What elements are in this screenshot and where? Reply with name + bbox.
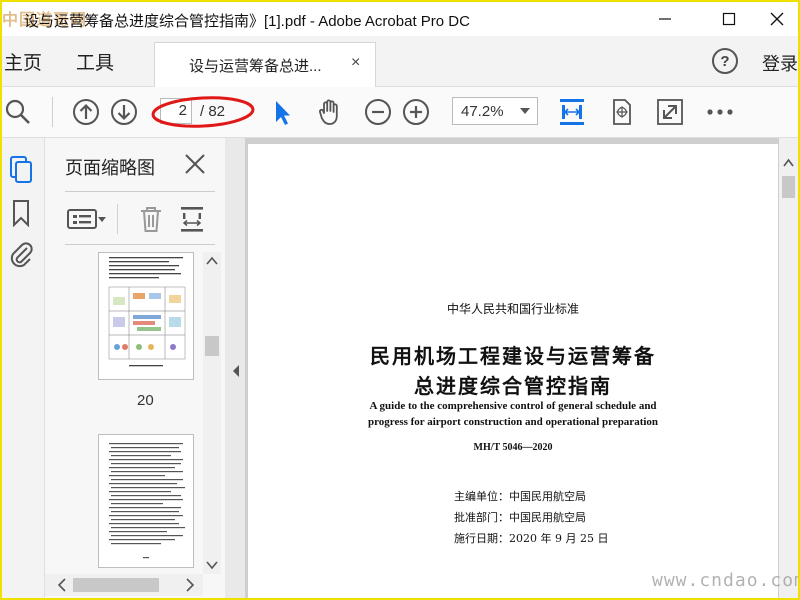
- thumbnail-options-button[interactable]: [67, 202, 107, 236]
- standard-number: MH/T 5046—2020: [473, 442, 553, 453]
- red-ellipse-annotation: [151, 96, 255, 128]
- tools-tab[interactable]: 工具: [76, 48, 114, 75]
- scroll-up-icon: [783, 158, 794, 167]
- search-icon: [5, 99, 30, 124]
- page-thumbnail[interactable]: [98, 434, 194, 568]
- thumbnail-list: 20: [45, 248, 203, 574]
- chevron-down-icon: [520, 108, 530, 114]
- close-icon: [770, 12, 784, 26]
- app-window: 中国道哥网 设与运营筹备总进度综合管控指南》[1].pdf - Adobe Ac…: [0, 0, 800, 600]
- scroll-down-icon: [206, 561, 218, 570]
- zoom-level-dropdown[interactable]: 47.2%: [452, 97, 538, 125]
- panel-divider: [65, 244, 215, 245]
- tab-close-icon[interactable]: ×: [351, 54, 360, 72]
- document-tab[interactable]: 设与运营筹备总进... ×: [154, 42, 376, 87]
- scroll-thumb[interactable]: [782, 176, 795, 198]
- sign-in-button[interactable]: 登录: [762, 50, 798, 76]
- issuing-organization: 主编单位：中国民用航空局: [454, 490, 586, 503]
- standard-category: 中华人民共和国行业标准: [446, 302, 579, 316]
- minimize-button[interactable]: [642, 2, 688, 36]
- attachments-button[interactable]: [6, 240, 36, 270]
- fit-page-button[interactable]: [556, 96, 588, 128]
- thumbnail-horizontal-scrollbar[interactable]: [45, 574, 203, 596]
- expand-icon: [657, 99, 683, 125]
- english-title-line-2: progress for airport construction and op…: [367, 416, 659, 428]
- navigation-rail: [2, 138, 45, 598]
- document-tab-label: 设与运营筹备总进...: [189, 58, 322, 75]
- home-tab[interactable]: 主页: [4, 48, 42, 75]
- window-title: 设与运营筹备总进度综合管控指南》[1].pdf - Adobe Acrobat …: [24, 13, 470, 30]
- delete-page-button[interactable]: [137, 202, 165, 236]
- approving-department: 批准部门：中国民用航空局: [454, 511, 586, 524]
- page-thumbnails-button[interactable]: [6, 154, 36, 184]
- panel-toolbar-divider: [117, 204, 118, 234]
- previous-page-button[interactable]: [70, 96, 102, 128]
- document-title-line-1: 民用机场工程建设与运营筹备: [370, 344, 656, 368]
- zoom-value: 47.2%: [461, 103, 504, 120]
- plus-circle-icon: [403, 99, 429, 125]
- bookmarks-button[interactable]: [6, 198, 36, 228]
- minus-circle-icon: [365, 99, 391, 125]
- page-thumbnail[interactable]: [98, 252, 194, 380]
- panel-title: 页面缩略图: [65, 158, 155, 178]
- page-rotate-icon: [613, 99, 631, 125]
- zoom-in-button[interactable]: [400, 96, 432, 128]
- pdf-page: 中华人民共和国行业标准 民用机场工程建设与运营筹备 总进度综合管控指南 A gu…: [248, 144, 778, 598]
- close-window-button[interactable]: [754, 2, 798, 36]
- scroll-up-icon: [206, 256, 218, 265]
- menu-bar: 主页 工具 设与运营筹备总进... × ? 登录: [2, 36, 798, 87]
- arrow-down-circle-icon: [111, 99, 137, 125]
- hand-tool-button[interactable]: [314, 96, 346, 128]
- next-page-button[interactable]: [108, 96, 140, 128]
- arrow-up-circle-icon: [73, 99, 99, 125]
- site-watermark: www.cndao.com: [652, 570, 800, 591]
- toolbar-divider: [52, 97, 53, 127]
- page-layout-icon: [181, 207, 203, 232]
- panel-close-button[interactable]: [183, 152, 207, 181]
- panel-toolbar: [45, 196, 225, 246]
- options-menu-icon: [67, 209, 106, 229]
- thumbnail-vertical-scrollbar[interactable]: [203, 252, 221, 574]
- hand-icon: [319, 99, 338, 125]
- document-vertical-scrollbar[interactable]: [779, 138, 798, 598]
- page-thumbnails-icon: [10, 156, 32, 183]
- search-button[interactable]: [2, 96, 34, 128]
- full-screen-button[interactable]: [654, 96, 686, 128]
- maximize-button[interactable]: [706, 2, 752, 36]
- effective-date: 施行日期：2020 年 9 月 25 日: [454, 532, 609, 545]
- english-title-line-1: A guide to the comprehensive control of …: [369, 400, 657, 412]
- minimize-icon: [659, 18, 671, 20]
- scroll-thumb[interactable]: [73, 578, 159, 592]
- thumbnail-page-label: 20: [137, 392, 154, 409]
- page-layout-button[interactable]: [177, 202, 207, 236]
- bookmark-icon: [13, 200, 29, 227]
- panel-splitter[interactable]: [225, 138, 245, 598]
- page-thumbnail-preview: [109, 443, 185, 559]
- document-view: 中华人民共和国行业标准 民用机场工程建设与运营筹备 总进度综合管控指南 A gu…: [245, 138, 798, 598]
- fit-page-icon: [560, 99, 584, 125]
- toolbar: 2 / 82 47.2%: [2, 87, 798, 138]
- scroll-right-icon: [186, 578, 195, 592]
- paperclip-icon: [10, 242, 33, 268]
- scroll-left-icon: [57, 578, 66, 592]
- thumbnails-panel: 页面缩略图 20: [45, 138, 225, 598]
- cursor-arrow-icon: [276, 101, 290, 125]
- help-icon[interactable]: ?: [712, 48, 738, 74]
- close-icon: [185, 154, 205, 174]
- zoom-out-button[interactable]: [362, 96, 394, 128]
- scroll-thumb[interactable]: [205, 336, 219, 356]
- select-tool-button[interactable]: [266, 96, 298, 128]
- trash-icon: [141, 207, 161, 232]
- title-bar: 中国道哥网 设与运营筹备总进度综合管控指南》[1].pdf - Adobe Ac…: [2, 2, 798, 36]
- maximize-icon: [722, 12, 736, 26]
- more-icon: [707, 109, 733, 115]
- rotate-view-button[interactable]: [606, 96, 638, 128]
- more-tools-button[interactable]: [704, 96, 736, 128]
- collapse-panel-icon[interactable]: [231, 364, 241, 378]
- panel-divider: [65, 191, 215, 192]
- page-thumbnail-preview: [108, 257, 186, 367]
- document-title-line-2: 总进度综合管控指南: [414, 374, 612, 398]
